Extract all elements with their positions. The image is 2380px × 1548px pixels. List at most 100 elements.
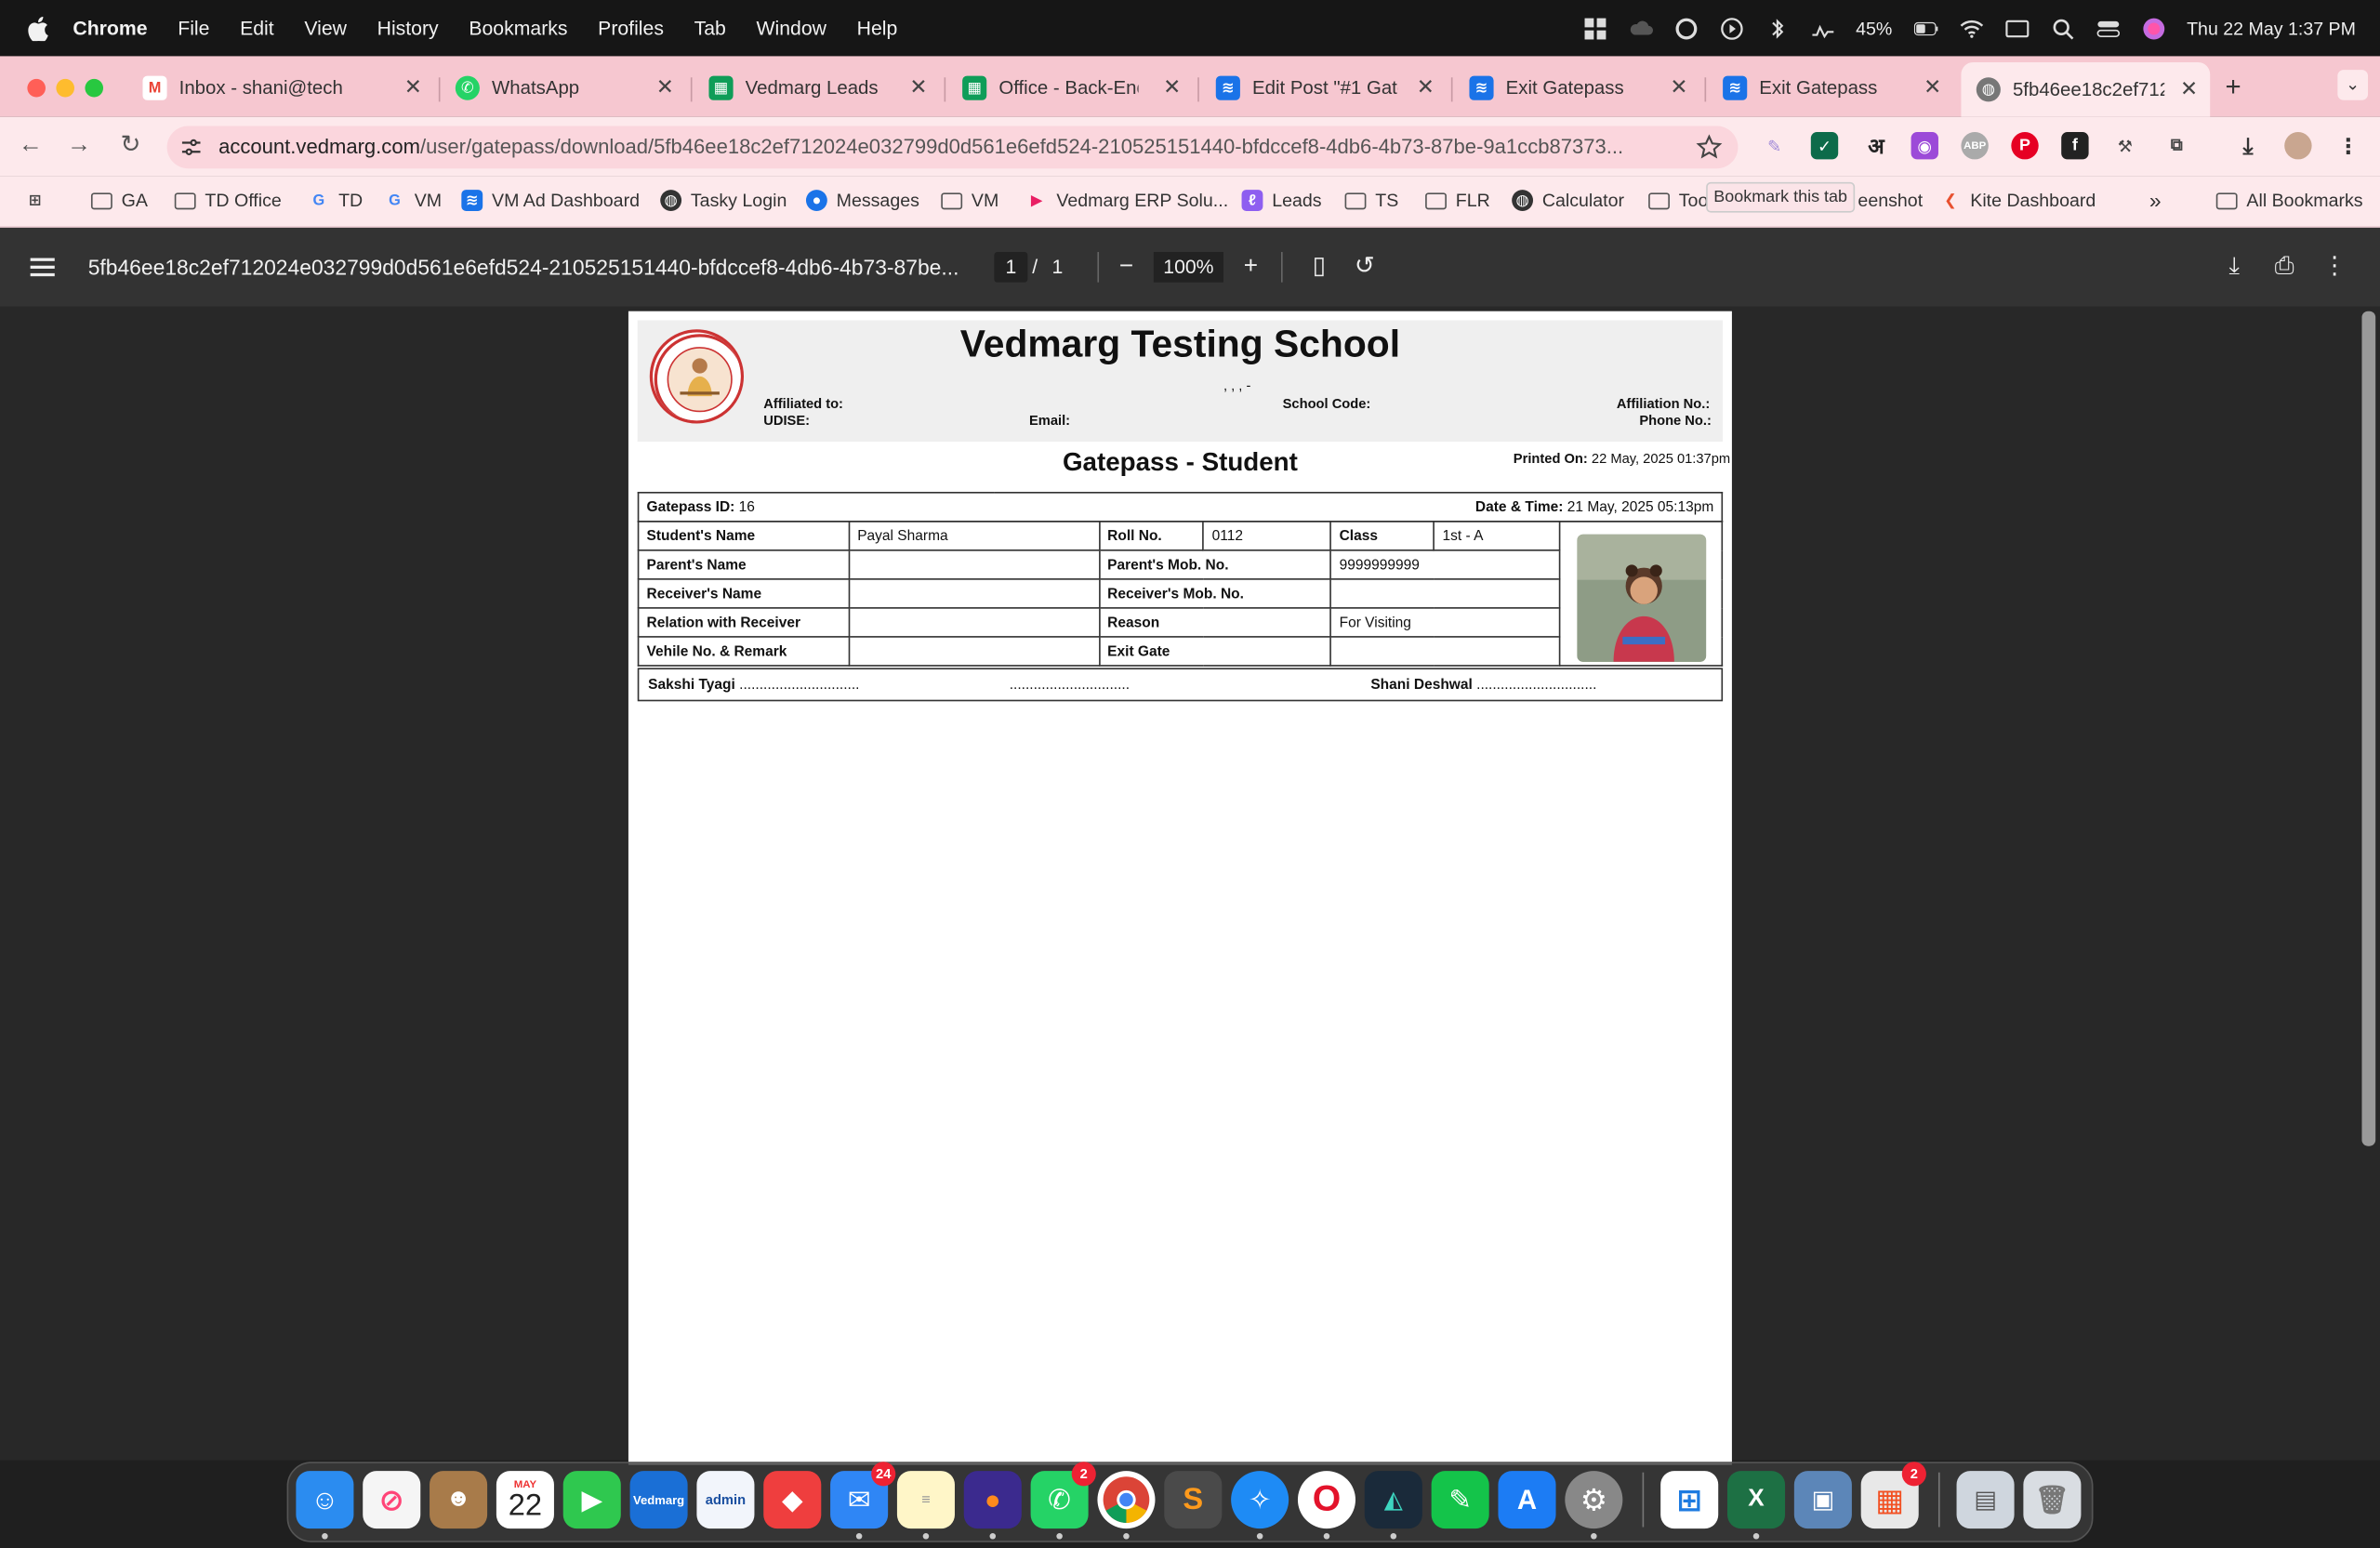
zoom-in-icon[interactable]: + [1236,252,1266,283]
trash-icon[interactable]: 🗑 [2023,1471,2082,1529]
close-tab-icon[interactable]: ✕ [1163,74,1181,100]
more-bookmarks-icon[interactable]: » [2149,188,2162,212]
menu-view[interactable]: View [304,17,347,39]
menu-edit[interactable]: Edit [240,17,274,39]
close-window-button[interactable] [27,78,46,98]
bookmark-leads[interactable]: ℓ Leads [1241,188,1322,212]
bookmark-messages[interactable]: ● Messages [805,188,919,212]
page-number-input[interactable]: 1 [994,252,1028,283]
adblock-extension-icon[interactable]: ABP [1961,132,1989,160]
pen-extension-icon[interactable]: ✎ [1761,132,1788,159]
tab-office-back-end[interactable]: ▦ Office - Back-End C ✕ [962,65,1193,111]
print-icon[interactable]: ⎙ [2269,252,2300,283]
calendar-icon[interactable]: MAY 22 [496,1471,554,1529]
activity-icon[interactable] [1810,16,1834,40]
grammar-extension-icon[interactable]: ✓ [1810,132,1839,160]
control-center-icon[interactable] [2096,16,2120,40]
cloud-icon[interactable] [1628,16,1653,40]
screen-capture-extension-icon[interactable]: ◉ [1911,132,1938,160]
menu-window[interactable]: Window [756,17,826,39]
play-circle-icon[interactable] [1719,16,1743,40]
vedmarg-app-icon[interactable]: Vedmarg [629,1471,688,1529]
zoom-level-input[interactable]: 100% [1153,252,1223,283]
font-extension-icon[interactable]: f [2061,132,2089,160]
bookmark-kite-dashboard[interactable]: ❮ Kite Dashboard [1940,188,2096,212]
close-tab-icon[interactable]: ✕ [909,74,927,100]
download-icon[interactable]: ⤓ [2234,132,2261,159]
close-tab-icon[interactable]: ✕ [2180,76,2198,102]
settings-icon[interactable]: ⚙ [1565,1471,1623,1529]
close-tab-icon[interactable]: ✕ [1417,74,1435,100]
viewer-scrollbar[interactable] [2361,311,2376,1146]
notes-icon[interactable]: ≡ [896,1471,955,1529]
menu-bookmarks[interactable]: Bookmarks [469,17,567,39]
close-tab-icon[interactable]: ✕ [1670,74,1687,100]
contacts-icon[interactable]: ☻ [430,1471,488,1529]
bookmark-td[interactable]: G TD [308,188,364,212]
tab-exit-gatepass-2[interactable]: ≋ Exit Gatepass ✕ [1723,65,1953,111]
bookmark-vm-google[interactable]: G VM [384,188,442,212]
screen-share-icon[interactable]: ⊘ [363,1471,421,1529]
facetime-icon[interactable]: ▶ [562,1471,621,1529]
menu-history[interactable]: History [377,17,439,39]
pinterest-extension-icon[interactable]: P [2011,132,2039,160]
search-icon[interactable] [2050,16,2074,40]
maximize-window-button[interactable] [85,78,104,98]
safari-icon[interactable]: ✧ [1231,1471,1289,1529]
tab-pdf-active[interactable]: ◍ 5fb46ee18c2ef712 ✕ [1961,61,2211,117]
address-bar[interactable]: account.vedmarg.com/user/gatepass/downlo… [166,126,1739,169]
tools-extension-icon[interactable]: ⚒ [2111,132,2138,159]
whatsapp-app-icon[interactable]: ✆ 2 [1030,1462,1096,1529]
menu-profiles[interactable]: Profiles [598,17,664,39]
menu-file[interactable]: File [178,17,209,39]
tab-vedmarg-leads[interactable]: ▦ Vedmarg Leads & R ✕ [708,65,939,111]
filmora-icon[interactable]: ◭ [1364,1471,1422,1529]
pdf-more-icon[interactable]: ⋮ [2320,252,2350,283]
forward-button[interactable]: → [64,130,95,161]
close-tab-icon[interactable]: ✕ [656,74,674,100]
zoom-out-icon[interactable]: − [1111,252,1142,283]
tab-edit-post[interactable]: ≋ Edit Post "#1 Gate F ✕ [1215,65,1447,111]
tab-search-button[interactable]: ⌄ [2337,70,2369,100]
app-store-icon[interactable]: A [1498,1471,1556,1529]
bookmark-screenshot[interactable]: eenshot [1858,188,1923,212]
close-tab-icon[interactable]: ✕ [1924,74,1941,100]
office-installer-icon[interactable]: ▦ 2 [1860,1462,1926,1529]
bookmark-calculator[interactable]: ◍ Calculator [1512,188,1624,212]
bookmark-vm-folder[interactable]: VM [941,188,998,212]
sublime-icon[interactable]: S [1164,1471,1223,1529]
bookmark-ts[interactable]: TS [1344,188,1398,212]
new-tab-button[interactable]: + [2226,72,2241,103]
menu-icon[interactable] [30,258,55,277]
display-icon[interactable] [2004,16,2029,40]
firefox-icon[interactable]: ● [963,1471,1022,1529]
siri-icon[interactable] [2141,16,2165,40]
windows-app-icon[interactable]: ⊞ [1660,1471,1719,1529]
fit-page-icon[interactable]: ▯ [1303,252,1334,283]
bookmark-flr[interactable]: FLR [1425,188,1490,212]
all-bookmarks-button[interactable]: All Bookmarks [2215,188,2363,212]
excel-icon[interactable]: X [1727,1471,1786,1529]
site-info-icon[interactable] [179,135,204,159]
bookmark-vm-ad-dashboard[interactable]: ≋ VM Ad Dashboard [461,188,640,212]
menu-help[interactable]: Help [857,17,898,39]
bluetooth-icon[interactable] [1765,16,1789,40]
anydesk-icon[interactable]: ◆ [763,1471,822,1529]
rotate-icon[interactable]: ↺ [1349,252,1380,283]
puzzle-extensions-icon[interactable]: ⧉ [2163,132,2190,159]
tab-whatsapp[interactable]: ✆ WhatsApp ✕ [455,65,686,111]
menu-app-name[interactable]: Chrome [73,17,147,39]
profile-avatar[interactable] [2284,132,2312,160]
vedmarg-admin-icon[interactable]: admin [696,1471,755,1529]
draw-app-icon[interactable]: ✎ [1431,1471,1489,1529]
apple-icon[interactable] [27,16,48,41]
minimize-window-button[interactable] [56,78,75,98]
sync-icon[interactable] [1673,16,1698,40]
preview-icon[interactable]: ▣ [1793,1471,1852,1529]
downloads-stack-icon[interactable]: ▤ [1956,1471,2015,1529]
mail-icon[interactable]: ✉ 24 [830,1462,896,1529]
bookmark-td-office[interactable]: TD Office [174,188,282,212]
bookmark-star-icon[interactable] [1696,134,1723,161]
apps-grid-icon[interactable]: ⊞ [24,188,55,212]
battery-icon[interactable] [1913,16,1937,40]
